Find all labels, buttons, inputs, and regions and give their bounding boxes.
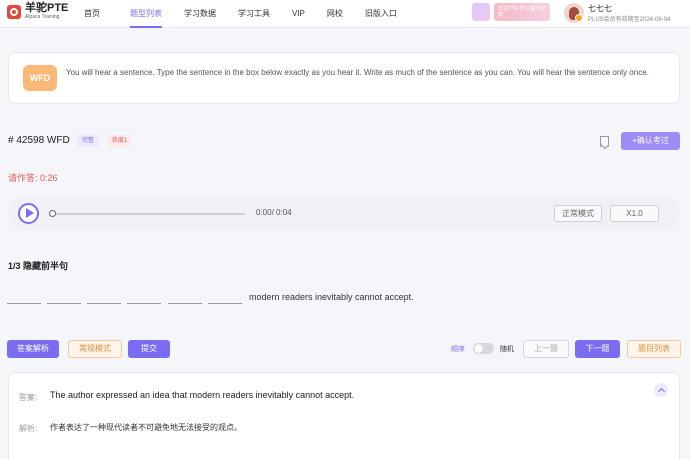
instruction-text: You will hear a sentence. Type the sente… [66,68,649,77]
answer-analysis-button[interactable]: 答案解析 [7,340,59,358]
next-question-button[interactable]: 下一题 [575,340,620,358]
audio-player: 0:00/ 0:04 正常模式 X1.0 [8,197,680,230]
nav-question-list[interactable]: 题型列表 [130,0,162,28]
normal-mode-button[interactable]: 常规模式 [68,340,122,358]
explanation-text: 作者表达了一种现代读者不可避免地无法接受的观点。 [50,423,242,432]
prev-question-button[interactable]: 上一题 [523,340,569,358]
main-nav: 首页 题型列表 学习数据 学习工具 VIP 网校 旧版入口 [84,0,397,28]
logo-title: 羊驼PTE [25,2,69,14]
playback-mode-button[interactable]: 正常模式 [554,205,602,222]
collapse-icon[interactable] [654,383,668,397]
logo[interactable]: 羊驼PTE Alpaca Training [7,3,68,20]
answer-blank-1[interactable] [7,303,41,304]
answer-blank-2[interactable] [47,303,81,304]
audio-time: 0:00/ 0:04 [256,208,292,217]
playback-speed-button[interactable]: X1.0 [610,205,659,222]
nav-vip[interactable]: VIP [292,0,305,28]
answer-blank-3[interactable] [87,303,121,304]
question-list-button[interactable]: 题目列表 [627,340,681,358]
answer-blank-4[interactable] [127,303,161,304]
answer-text: The author expressed an idea that modern… [50,390,355,400]
answer-card: 答案: The author expressed an idea that mo… [8,372,680,459]
question-id: # 42598 WFD [8,135,70,146]
question-type-badge: WFD [23,65,57,91]
bookmark-icon[interactable] [600,136,609,147]
user-name[interactable]: 七七七 [588,3,612,14]
answer-label: 答案: [19,393,38,402]
answer-blank-6[interactable] [208,303,242,304]
submit-button[interactable]: 提交 [128,340,170,358]
nav-online-school[interactable]: 网校 [327,0,343,28]
nav-study-tools[interactable]: 学习工具 [238,0,270,28]
nav-home[interactable]: 首页 [84,0,100,28]
nav-old-version[interactable]: 旧版入口 [365,0,397,28]
explanation-label: 解析: [19,424,38,433]
instruction-card: WFD You will hear a sentence. Type the s… [8,52,680,104]
promo-banner[interactable]: 羊驼PTE 学习 提分攻略 [494,3,550,21]
section-title: 1/3 隐藏前半句 [8,261,69,271]
confirm-exam-button[interactable]: +确认考过 [621,132,680,150]
audio-progress-track[interactable] [52,213,245,215]
promo-thumbnail[interactable] [472,3,490,21]
audio-progress-handle[interactable] [49,210,56,217]
order-label: 顺序 [451,346,465,353]
answer-blank-5[interactable] [168,303,202,304]
membership-status: PLUS会员有效期至2024-08-04 [588,17,671,23]
order-random-toggle[interactable] [473,343,494,354]
top-nav-bar: 羊驼PTE Alpaca Training 首页 题型列表 学习数据 学习工具 … [0,0,690,28]
sentence-tail: modern readers inevitably cannot accept. [249,292,414,302]
random-label: 随机 [500,346,514,353]
difficulty-tag: 完整 [77,135,100,147]
alpaca-logo-icon [7,4,21,19]
answer-countdown: 请作答: 0:26 [8,173,58,183]
nav-study-data[interactable]: 学习数据 [184,0,216,28]
logo-subtitle: Alpaca Training [25,14,60,20]
play-icon[interactable] [18,203,39,224]
hot-tag: 热度1 [108,135,132,147]
vip-badge-icon [575,14,583,22]
